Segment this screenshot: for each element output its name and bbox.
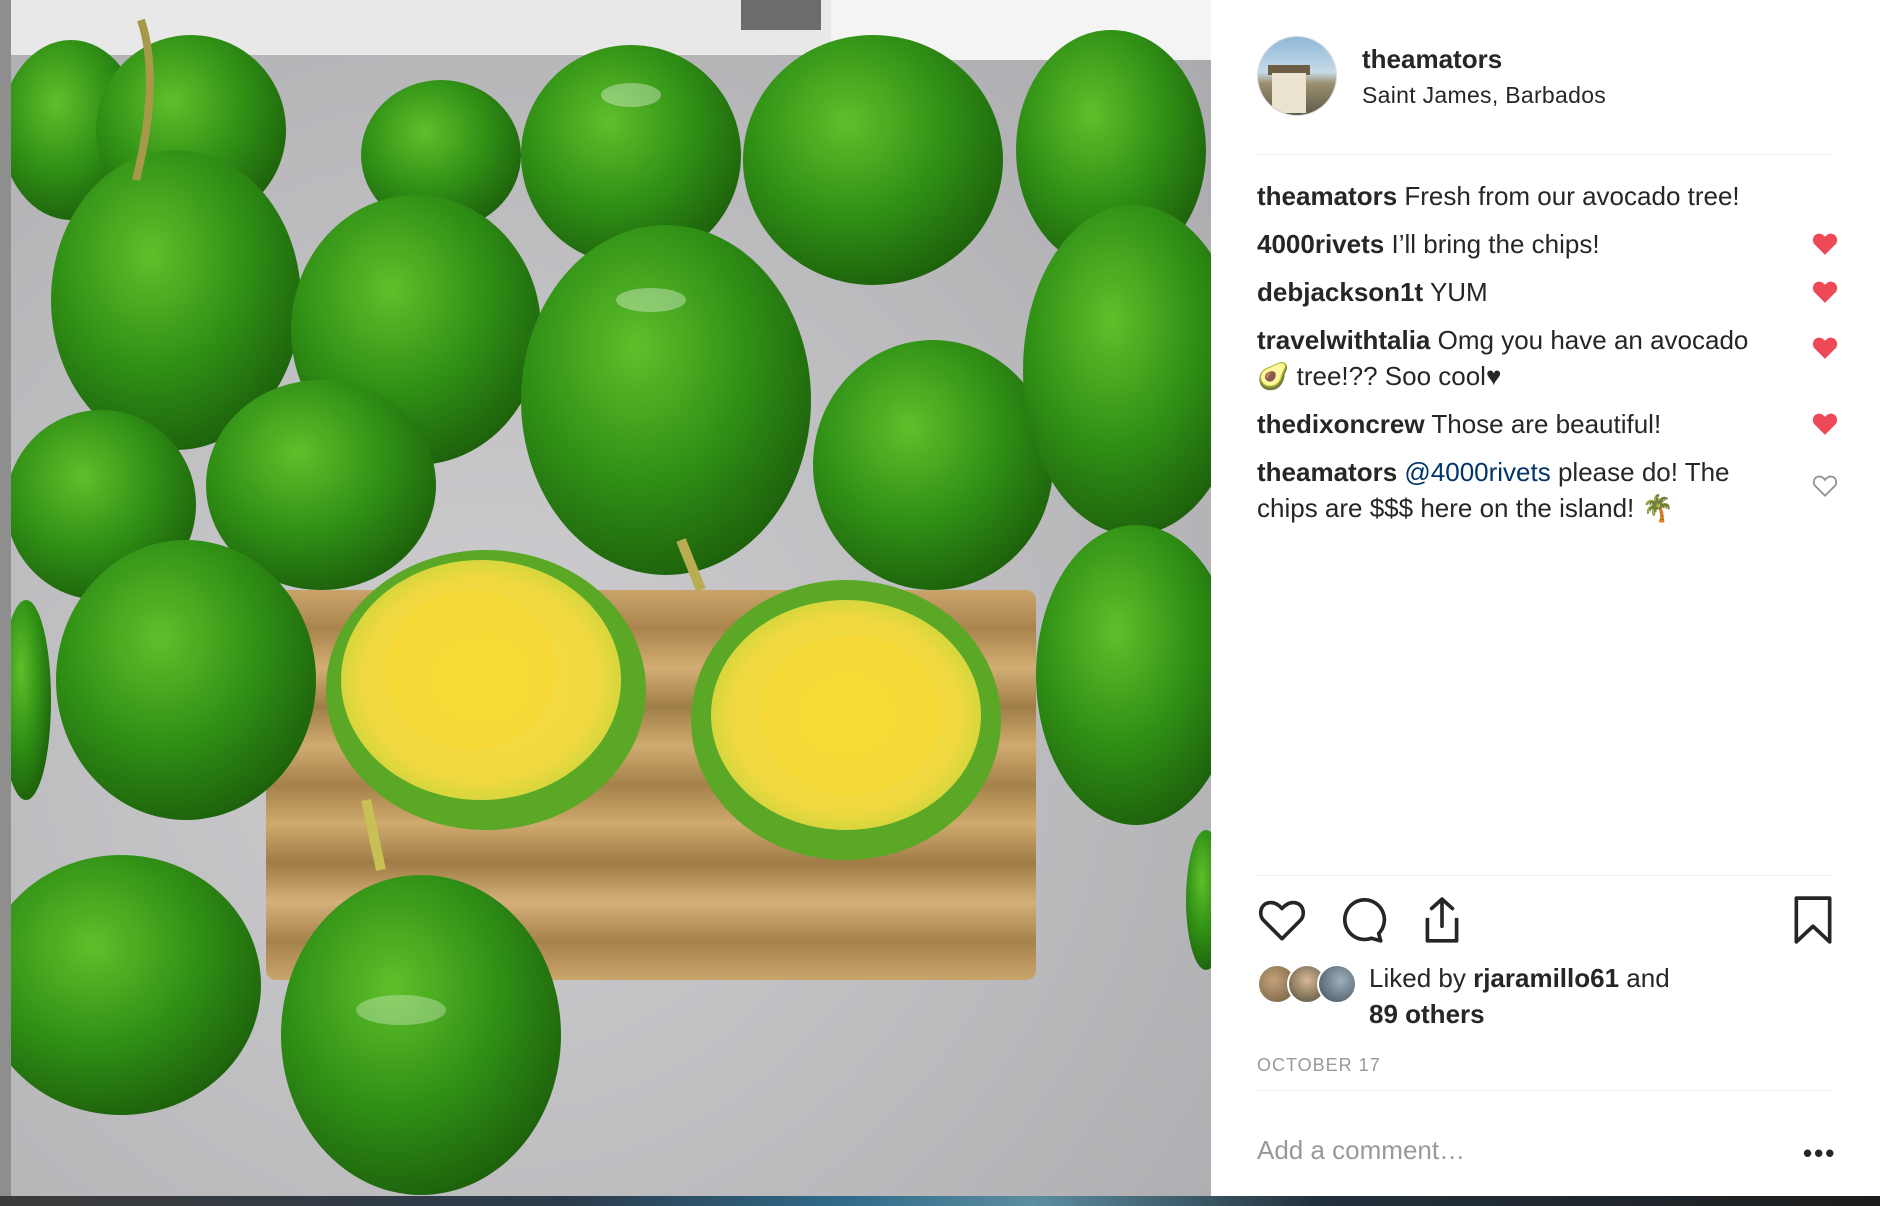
- action-bar: [1257, 895, 1837, 951]
- avocado-photo-illustration: [11, 0, 1211, 1195]
- bookmark-icon[interactable]: [1790, 895, 1836, 945]
- share-icon[interactable]: [1417, 895, 1467, 945]
- window-edge: [0, 0, 11, 1206]
- heart-icon[interactable]: [1257, 895, 1307, 945]
- comment: debjackson1t YUM: [1257, 274, 1838, 310]
- comment-username[interactable]: travelwithtalia: [1257, 325, 1430, 355]
- post-sidebar: theamators Saint James, Barbados theamat…: [1211, 0, 1880, 1196]
- comment: travelwithtalia Omg you have an avocado …: [1257, 322, 1838, 394]
- comment-text: Fresh from our avocado tree!: [1404, 181, 1740, 211]
- heart-outline-icon[interactable]: [1812, 474, 1838, 498]
- comment-username[interactable]: 4000rivets: [1257, 229, 1384, 259]
- comment-box-divider: [1257, 1090, 1831, 1091]
- likes-text: Liked by rjaramillo61 and 89 others: [1369, 960, 1769, 1032]
- post-photo[interactable]: [11, 0, 1211, 1196]
- comment-username[interactable]: thedixoncrew: [1257, 409, 1425, 439]
- avatar[interactable]: [1317, 964, 1357, 1004]
- comment-text: I’ll bring the chips!: [1391, 229, 1600, 259]
- comment-mention[interactable]: @4000rivets: [1404, 457, 1550, 487]
- comment-icon[interactable]: [1337, 895, 1387, 945]
- post-header: theamators Saint James, Barbados: [1257, 36, 1837, 120]
- comment-username[interactable]: debjackson1t: [1257, 277, 1423, 307]
- add-comment-box: •••: [1257, 1130, 1837, 1170]
- post-location[interactable]: Saint James, Barbados: [1362, 82, 1606, 109]
- avatar-image-building: [1272, 73, 1306, 113]
- heart-icon[interactable]: [1812, 412, 1838, 436]
- likes-prefix: Liked by: [1369, 963, 1474, 993]
- comment: 4000rivets I’ll bring the chips!: [1257, 226, 1838, 262]
- comment: theamators @4000rivets please do! The ch…: [1257, 454, 1838, 526]
- comment-text: Those are beautiful!: [1431, 409, 1662, 439]
- comment-caption: theamators Fresh from our avocado tree!: [1257, 178, 1777, 214]
- heart-icon[interactable]: [1812, 280, 1838, 304]
- heart-icon[interactable]: [1812, 232, 1838, 256]
- more-options-icon[interactable]: •••: [1803, 1138, 1836, 1169]
- comment-input[interactable]: [1257, 1130, 1757, 1170]
- comment-username[interactable]: theamators: [1257, 181, 1397, 211]
- actions-divider: [1257, 875, 1831, 876]
- header-divider: [1257, 154, 1831, 155]
- avatar[interactable]: [1257, 36, 1337, 116]
- comment-text: YUM: [1429, 277, 1488, 307]
- comment-username[interactable]: theamators: [1257, 457, 1397, 487]
- post-username[interactable]: theamators: [1362, 44, 1502, 75]
- likes-middle: and: [1619, 963, 1670, 993]
- likes-summary: Liked by rjaramillo61 and 89 others: [1257, 960, 1837, 1040]
- heart-icon[interactable]: [1812, 336, 1838, 360]
- liker-avatars: [1257, 964, 1367, 1004]
- desktop-edge: [0, 1196, 1880, 1206]
- instagram-post-window: theamators Saint James, Barbados theamat…: [0, 0, 1880, 1206]
- post-date[interactable]: OCTOBER 17: [1257, 1055, 1381, 1076]
- likes-user[interactable]: rjaramillo61: [1473, 963, 1619, 993]
- comment: thedixoncrew Those are beautiful!: [1257, 406, 1838, 442]
- comments-list: theamators Fresh from our avocado tree! …: [1257, 178, 1838, 538]
- likes-others[interactable]: 89 others: [1369, 999, 1485, 1029]
